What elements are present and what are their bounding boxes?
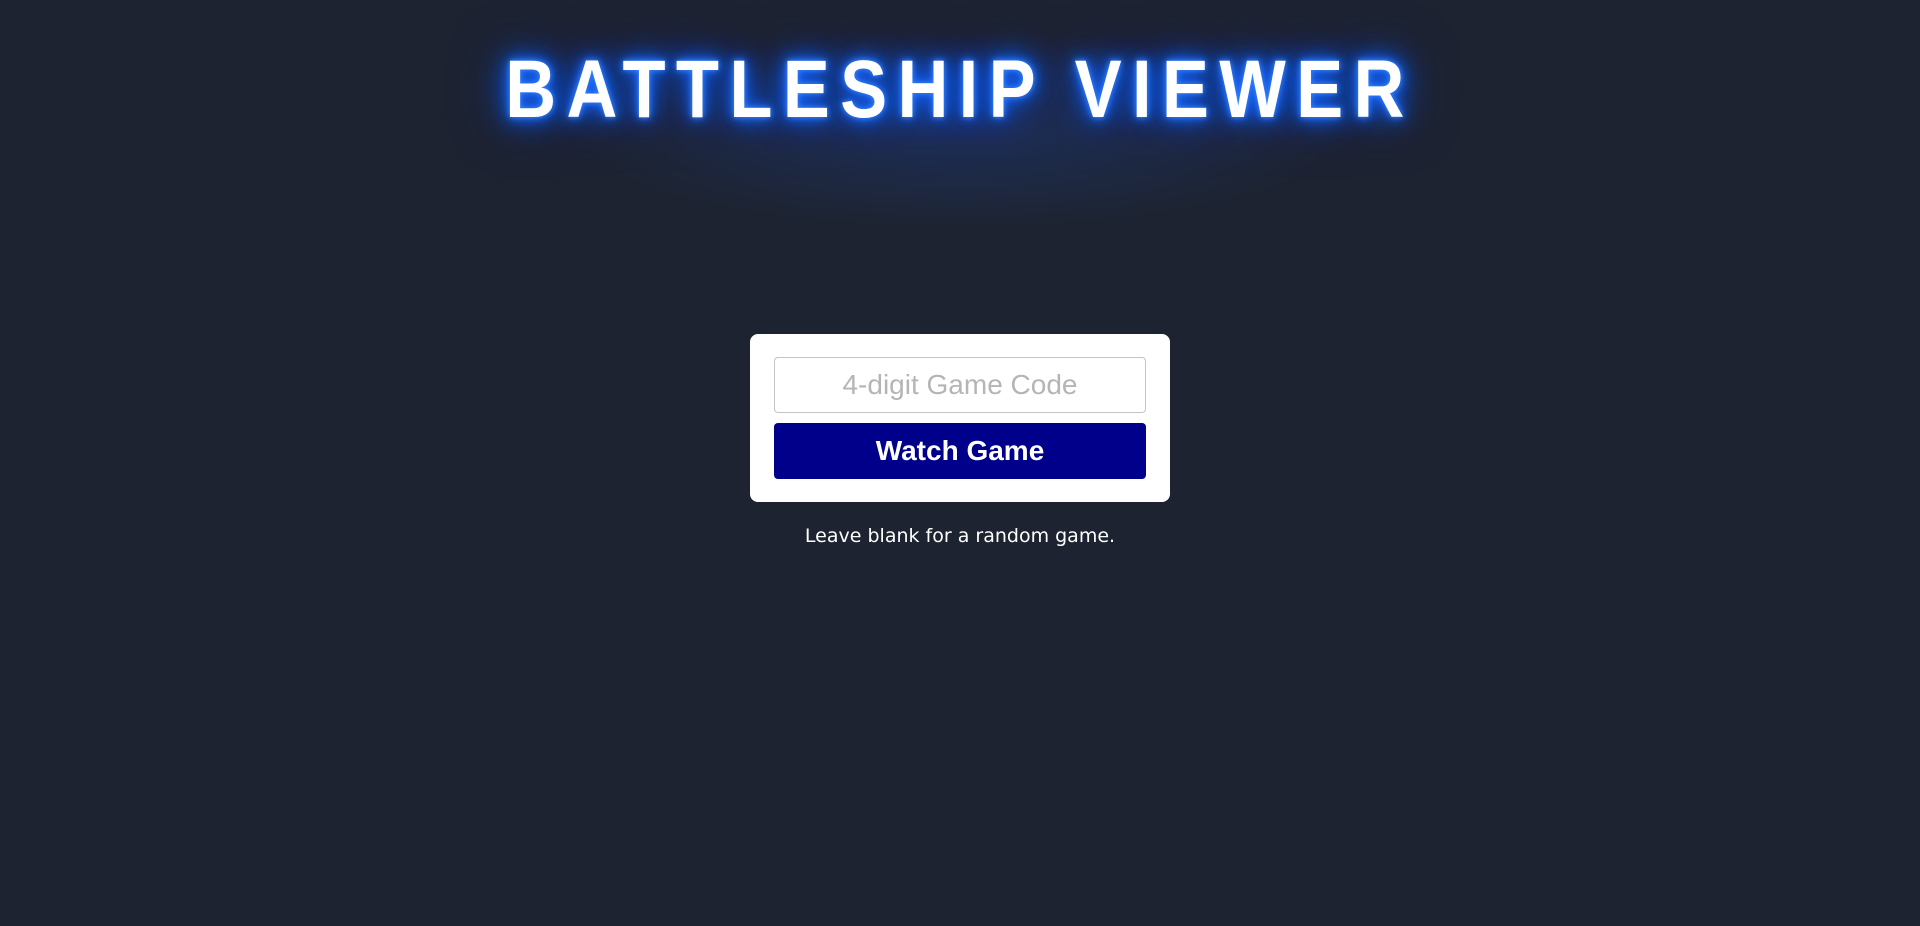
random-game-hint: Leave blank for a random game. (804, 525, 1116, 547)
page-title: BATTLESHIP VIEWER (505, 44, 1415, 135)
game-code-card: Watch Game (750, 334, 1170, 502)
game-code-input[interactable] (774, 357, 1146, 413)
watch-game-button[interactable]: Watch Game (774, 423, 1146, 479)
